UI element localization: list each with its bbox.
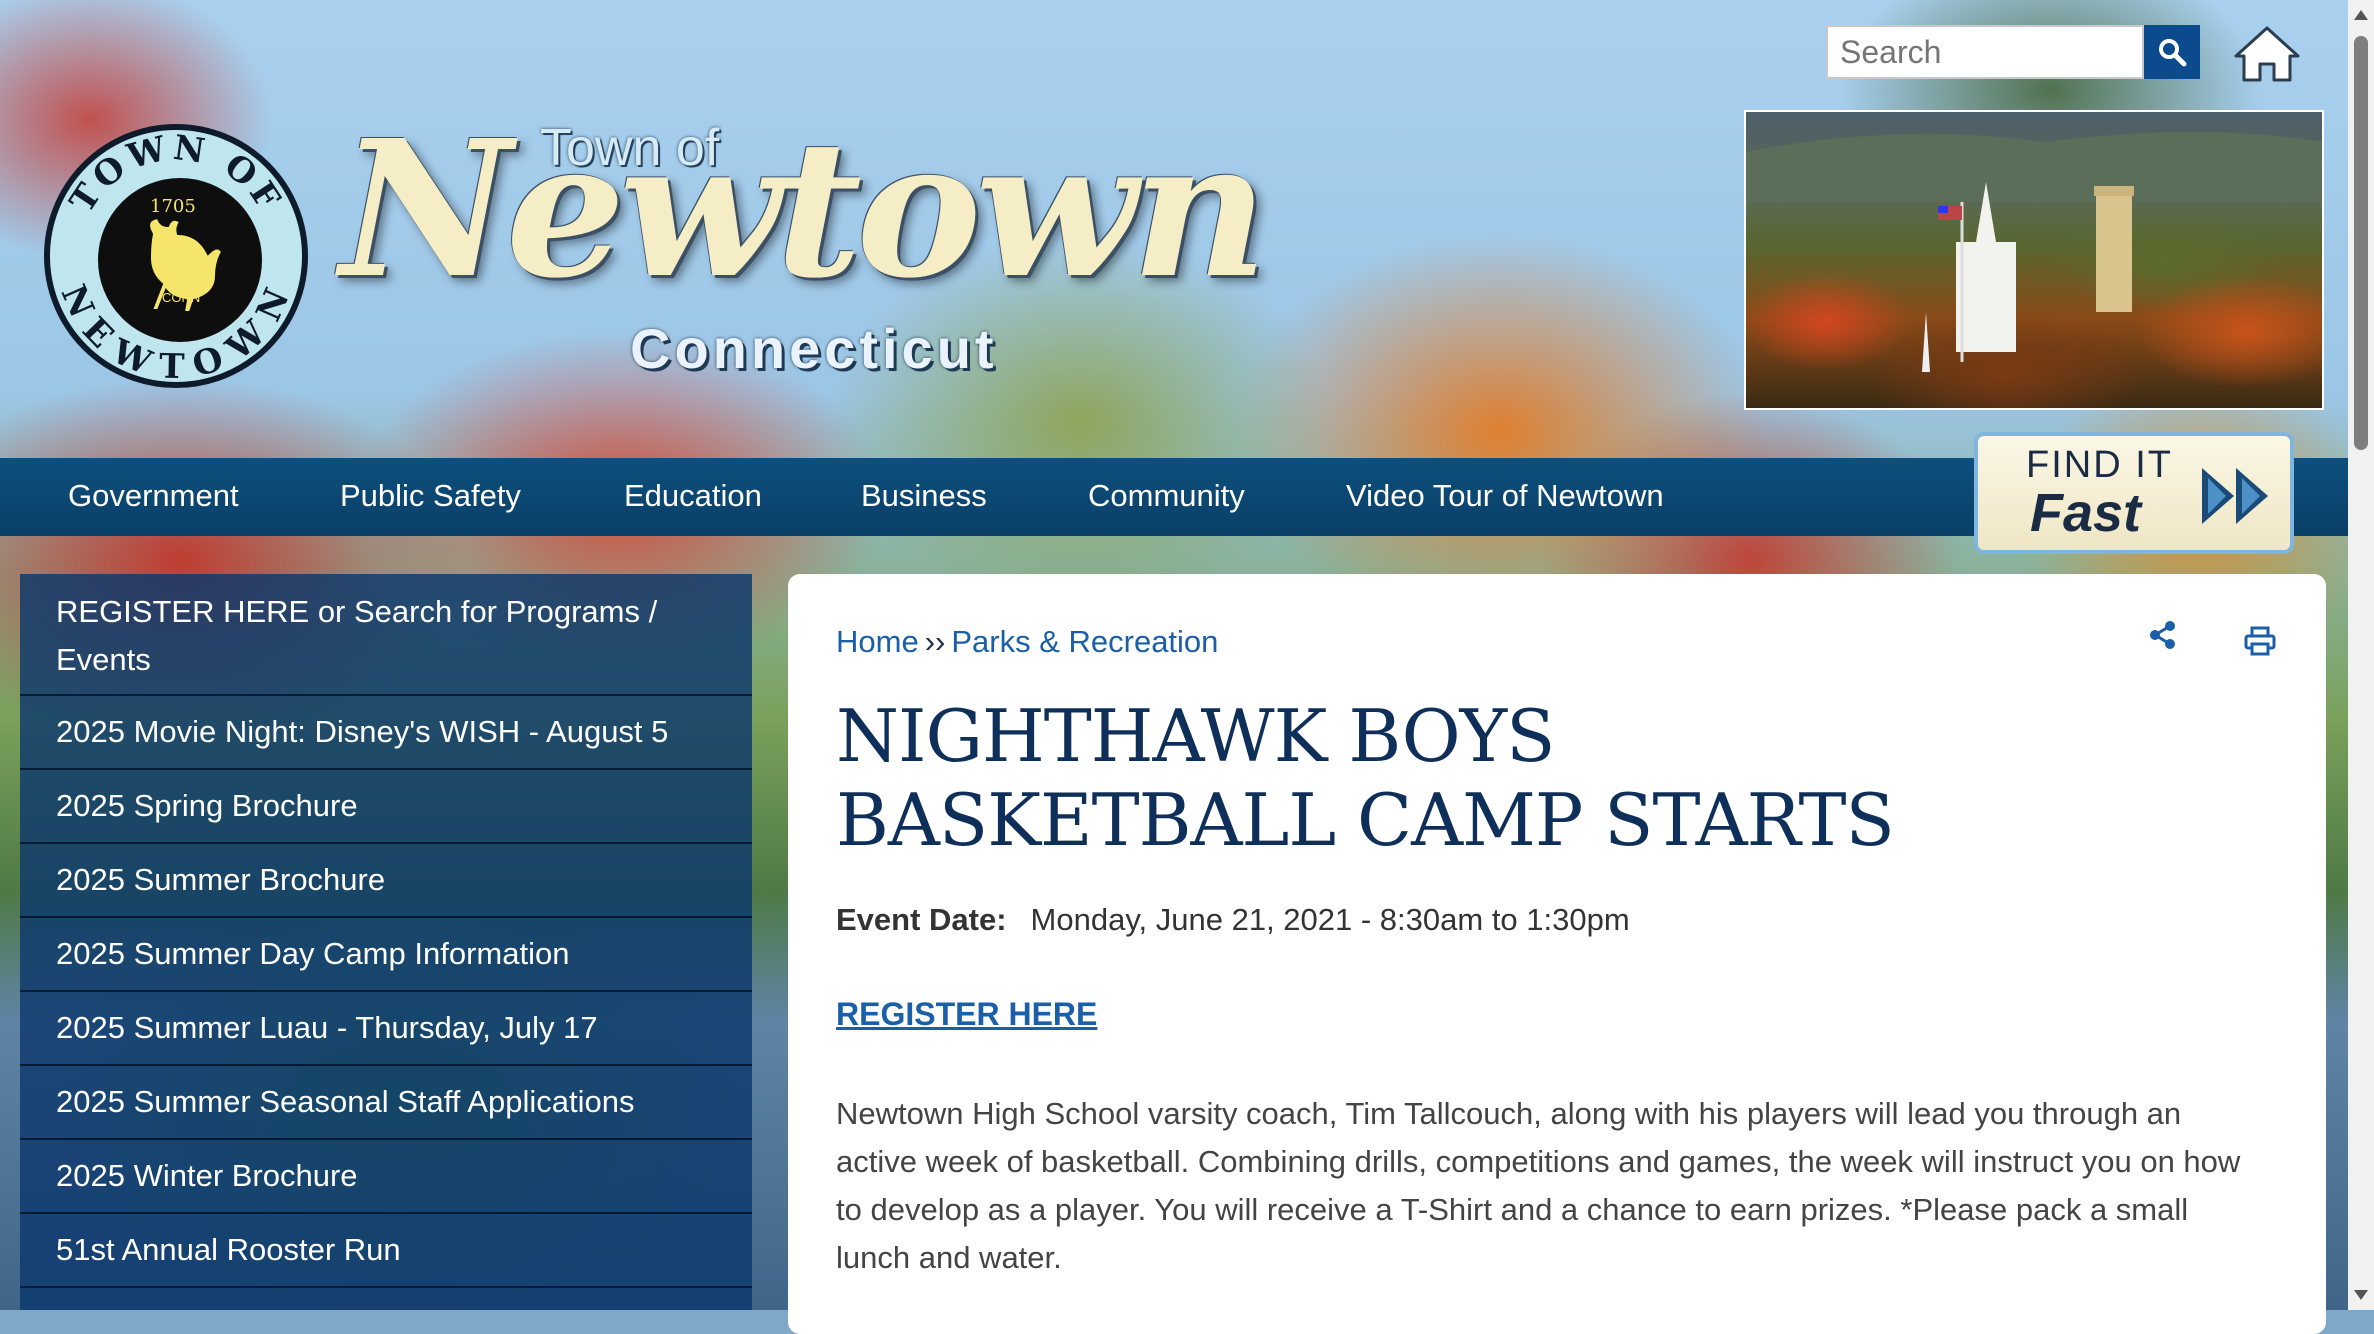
search-input[interactable] <box>1826 25 2144 79</box>
register-link[interactable]: REGISTER HERE <box>836 996 1097 1033</box>
hero-photo <box>1744 110 2324 410</box>
sidebar-item-summer-brochure[interactable]: 2025 Summer Brochure <box>20 844 752 918</box>
event-date: Event Date: Monday, June 21, 2021 - 8:30a… <box>836 902 1630 938</box>
scroll-up-arrow[interactable] <box>2354 10 2368 20</box>
sidebar-item-register[interactable]: REGISTER HERE or Search for Programs / E… <box>20 574 752 696</box>
sidebar-item-label: 2025 Summer Luau - Thursday, July 17 <box>56 1010 598 1045</box>
page-scrollbar[interactable] <box>2348 0 2374 1310</box>
find-it-label: FIND IT <box>2026 444 2173 486</box>
scroll-down-arrow[interactable] <box>2354 1290 2368 1300</box>
sidebar-item-seasonal-staff[interactable]: 2025 Summer Seasonal Staff Applications <box>20 1066 752 1140</box>
find-it-fast-button[interactable]: FIND IT Fast <box>1974 432 2294 554</box>
seal-conn: CONN <box>162 290 201 305</box>
logo-state-text: Connecticut <box>630 317 998 380</box>
logo-town-of-text: Town of <box>540 119 720 177</box>
nav-video-tour[interactable]: Video Tour of Newtown <box>1346 478 1664 514</box>
town-seal-logo[interactable]: TOWN OF NEWTOWN 1705 CONN <box>44 124 308 388</box>
home-button[interactable] <box>2232 24 2302 84</box>
sidebar-item-label: 2025 Spring Brochure <box>56 788 358 823</box>
event-date-label: Event Date: <box>836 902 1007 937</box>
sidebar-item-label: 51st Annual Rooster Run <box>56 1232 401 1267</box>
share-button[interactable] <box>2148 620 2178 655</box>
breadcrumb: Home ›› Parks & Recreation <box>836 624 1218 660</box>
breadcrumb-parks-recreation[interactable]: Parks & Recreation <box>951 624 1218 659</box>
sidebar-item-day-camp[interactable]: 2025 Summer Day Camp Information <box>20 918 752 992</box>
logo-newtown-text[interactable]: Newtown <box>340 116 1268 304</box>
event-date-value: Monday, June 21, 2021 - 8:30am to 1:30pm <box>1030 902 1630 937</box>
nav-education[interactable]: Education <box>624 478 762 514</box>
sidebar-item-label: 2025 Winter Brochure <box>56 1158 358 1193</box>
scrollbar-thumb[interactable] <box>2354 36 2368 450</box>
home-icon <box>2234 26 2300 82</box>
seal-center: 1705 CONN <box>94 174 266 346</box>
sidebar-item-spring-brochure[interactable]: 2025 Spring Brochure <box>20 770 752 844</box>
nav-public-safety[interactable]: Public Safety <box>340 478 521 514</box>
breadcrumb-separator: ›› <box>924 624 946 659</box>
sidebar-item-rooster-run[interactable]: 51st Annual Rooster Run <box>20 1214 752 1288</box>
search-button[interactable] <box>2144 25 2200 79</box>
print-button[interactable] <box>2244 626 2276 661</box>
fast-label: Fast <box>2030 483 2142 543</box>
page-title: NIGHTHAWK BOYS BASKETBALL CAMP STARTS <box>836 694 1895 862</box>
sidebar-item-winter-brochure[interactable]: 2025 Winter Brochure <box>20 1140 752 1214</box>
share-icon <box>2150 621 2175 649</box>
double-chevron-icon <box>2202 468 2268 524</box>
event-description: Newtown High School varsity coach, Tim T… <box>836 1096 2241 1275</box>
sidebar-item-summer-luau[interactable]: 2025 Summer Luau - Thursday, July 17 <box>20 992 752 1066</box>
search-icon <box>2159 39 2187 67</box>
sidebar-item-label: 2025 Summer Seasonal Staff Applications <box>56 1084 635 1119</box>
sidebar-item-label: REGISTER HERE or Search for Programs / E… <box>56 594 658 677</box>
sidebar-item-label: 2025 Summer Brochure <box>56 862 386 897</box>
breadcrumb-home[interactable]: Home <box>836 624 919 659</box>
sidebar-item-label: 2025 Summer Day Camp Information <box>56 936 570 971</box>
church-scene-image <box>1746 132 2322 372</box>
sidebar-item-movie-night[interactable]: 2025 Movie Night: Disney's WISH - August… <box>20 696 752 770</box>
sidebar-menu: REGISTER HERE or Search for Programs / E… <box>20 574 752 1310</box>
nav-community[interactable]: Community <box>1088 478 1245 514</box>
nav-government[interactable]: Government <box>68 478 239 514</box>
sidebar-item-label: 2025 Movie Night: Disney's WISH - August… <box>56 714 669 749</box>
print-icon <box>2244 626 2276 656</box>
nav-business[interactable]: Business <box>861 478 987 514</box>
main-content: Home ›› Parks & Recreation NIGHTHAWK BOYS … <box>788 574 2326 1334</box>
